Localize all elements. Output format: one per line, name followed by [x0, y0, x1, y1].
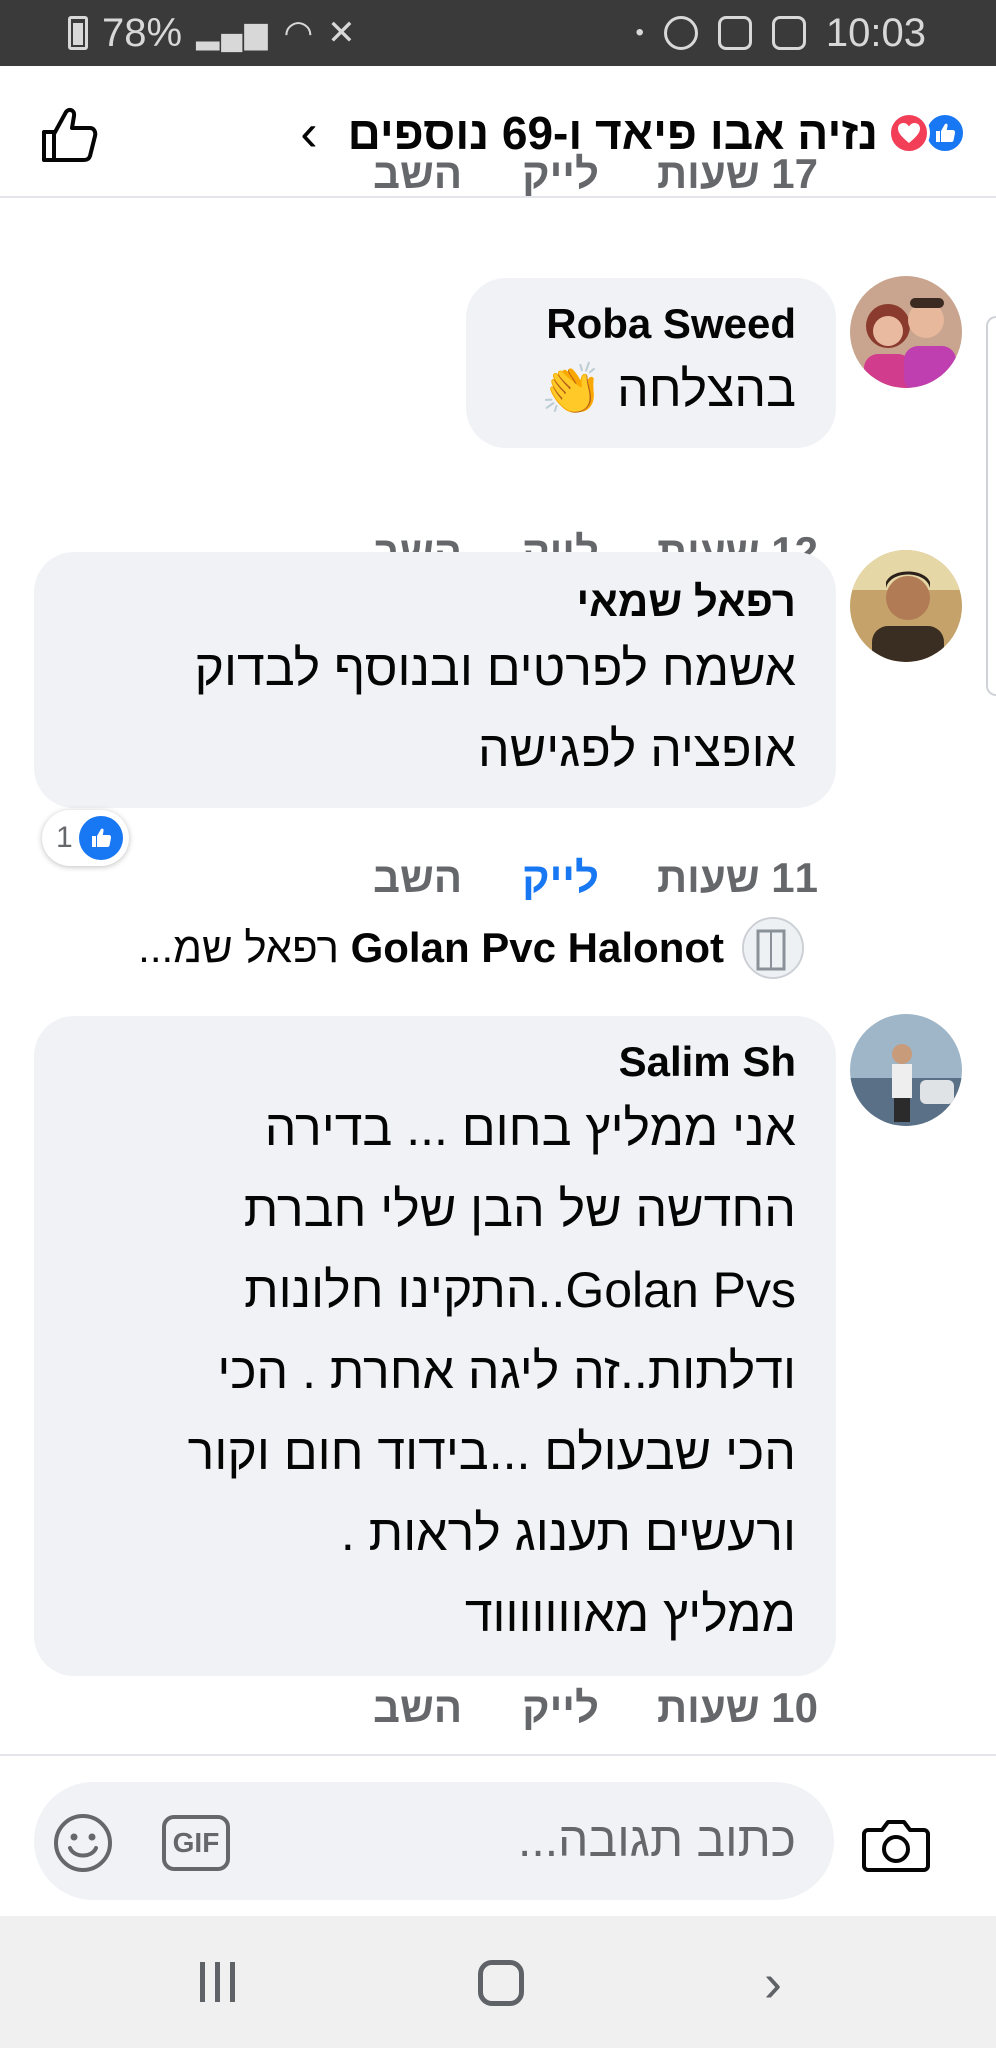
status-right: • 10:03	[635, 8, 926, 58]
comment-time: 10 שעות	[657, 1684, 818, 1731]
comment-author[interactable]: רפאל שמאי	[68, 578, 796, 626]
comment-input[interactable]: כתוב תגובה... GIF	[34, 1782, 834, 1900]
comment-meta: 10 שעות לייק השב	[373, 1680, 818, 1736]
gallery-icon	[717, 16, 752, 50]
comment-line: אופציה לפגישה	[478, 721, 796, 777]
avatar[interactable]	[850, 276, 962, 388]
page-avatar	[742, 917, 804, 979]
comment-meta: 17 שעות לייק השב	[373, 146, 818, 202]
reply-preview-text: Golan Pvc Halonot רפאל שמ...	[138, 924, 724, 972]
comment-line: ודלתות..זה ליגה אחרת . הכי	[217, 1343, 796, 1399]
comment-text-row: בהצלחה 👏	[500, 354, 796, 424]
reply-link[interactable]: השב	[373, 854, 462, 902]
home-icon[interactable]	[478, 1960, 524, 2006]
instagram-icon	[771, 16, 806, 50]
reply-link[interactable]: השב	[373, 150, 462, 198]
avatar[interactable]	[850, 550, 962, 662]
comment-line: אשמח לפרטים ובנוסף לבדוק	[194, 640, 796, 696]
messenger-icon	[663, 16, 698, 50]
like-link[interactable]: לייק	[522, 150, 599, 198]
thumbs-up-icon[interactable]	[38, 104, 100, 166]
reply-preview[interactable]: Golan Pvc Halonot רפאל שמ...	[138, 908, 804, 988]
comment-line: הכי שבעולם ...בידוד חום וקור	[187, 1424, 796, 1480]
comment-time: 11 שעות	[657, 854, 818, 901]
comment-line: החדשה של הבן שלי חברת	[243, 1181, 796, 1237]
reply-snippet: רפאל שמ...	[138, 924, 339, 971]
comments-sheet: ‹ נזיה אבו פיאד ו-69 נוספים 17 שעות לייק…	[0, 66, 996, 1916]
comment-line: ורעשים תענוג לראות .	[340, 1505, 796, 1561]
reply-link[interactable]: השב	[373, 1684, 462, 1732]
status-left: 78% ▂▄▆ ◠ ✕	[68, 8, 356, 58]
dot-icon: •	[635, 19, 644, 46]
chevron-left-icon: ‹	[300, 104, 318, 162]
reaction-count: 1	[56, 821, 73, 854]
android-nav-bar: ›	[0, 1916, 996, 2048]
comment-input-placeholder: כתוב תגובה...	[518, 1814, 796, 1867]
comment-bubble[interactable]: רפאל שמאי אשמח לפרטים ובנוסף לבדוק אופצי…	[34, 552, 836, 808]
comment-meta: 11 שעות לייק השב	[373, 850, 818, 906]
comment-line: Golan Pvs..התקינו חלונות	[244, 1262, 796, 1318]
comment-text: אשמח לפרטים ובנוסף לבדוק אופציה לפגישה	[68, 628, 796, 790]
comment-author[interactable]: Salim Sh	[68, 1038, 796, 1086]
like-link[interactable]: לייק	[522, 1684, 599, 1732]
comment-line: אני ממליץ בחום ... בדירה	[264, 1100, 796, 1156]
comment-composer: כתוב תגובה... GIF	[0, 1754, 996, 1916]
clapping-hands-icon: 👏	[540, 361, 604, 417]
scrollbar[interactable]	[986, 316, 996, 696]
battery-percent: 78%	[102, 10, 183, 55]
reaction-count-chip[interactable]: 1	[42, 810, 129, 866]
like-reaction-icon	[924, 112, 966, 154]
wifi-icon: ◠	[283, 14, 314, 52]
comment-text: בהצלחה	[617, 361, 796, 417]
battery-icon	[68, 16, 88, 50]
like-link[interactable]: לייק	[522, 854, 599, 902]
comment-time: 17 שעות	[657, 150, 818, 197]
recent-apps-icon[interactable]	[200, 1962, 235, 2002]
status-bar: 78% ▂▄▆ ◠ ✕ • 10:03	[0, 0, 996, 66]
gif-button[interactable]: GIF	[162, 1815, 230, 1871]
like-reaction-icon	[78, 816, 123, 860]
comment-line: ממליץ מאוווווווד	[464, 1586, 796, 1642]
avatar[interactable]	[850, 1014, 962, 1126]
camera-icon[interactable]	[862, 1816, 930, 1872]
reply-author: Golan Pvc Halonot	[350, 924, 724, 971]
mute-icon: ✕	[327, 14, 356, 52]
status-time: 10:03	[825, 10, 926, 55]
comment-author[interactable]: Roba Sweed	[500, 300, 796, 348]
comment-bubble[interactable]: Roba Sweed בהצלחה 👏	[466, 278, 836, 448]
comment-bubble[interactable]: Salim Sh אני ממליץ בחום ... בדירה החדשה …	[34, 1016, 836, 1676]
heart-reaction-icon	[888, 112, 930, 154]
emoji-smile-icon[interactable]	[52, 1812, 114, 1874]
reaction-icons	[888, 112, 966, 154]
signal-icon: ▂▄▆	[196, 16, 270, 50]
back-icon[interactable]: ›	[764, 1956, 782, 2010]
comment-text: אני ממליץ בחום ... בדירה החדשה של הבן של…	[68, 1088, 796, 1655]
